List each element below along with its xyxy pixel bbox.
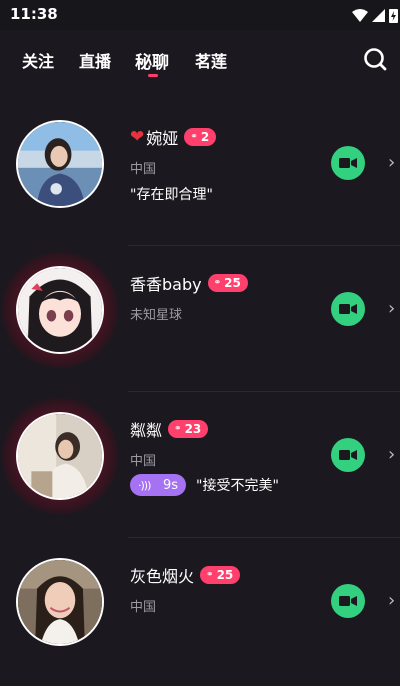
heart-icon: ❤ [130, 126, 145, 147]
tab-live[interactable]: 直播 [79, 48, 111, 72]
tab-follow[interactable]: 关注 [22, 48, 54, 72]
name-row: 香香baby ⚭ 25 [130, 272, 248, 294]
user-location: 未知星球 [130, 308, 183, 323]
chevron-right-icon[interactable]: › [388, 152, 395, 173]
level-badge: ⚭ 25 [207, 274, 248, 292]
status-icons [352, 8, 398, 23]
avatar[interactable] [16, 120, 104, 208]
tab-minglian[interactable]: 茗莲 [195, 48, 227, 72]
avatar-photo-icon [18, 560, 102, 644]
signature-row: ·))) 9s "接受不完美" [130, 474, 279, 496]
level-value: 23 [184, 422, 202, 436]
avatar[interactable] [16, 266, 104, 354]
signature-row: "存在即合理" [130, 184, 213, 204]
list-item[interactable]: 灰色烟火 ⚭ 25 中国 › [0, 538, 400, 684]
video-call-button[interactable] [331, 292, 365, 326]
user-signature: "接受不完美" [196, 478, 279, 494]
wifi-icon [352, 9, 368, 22]
tab-private-chat[interactable]: 秘聊 [135, 48, 169, 73]
chevron-right-icon[interactable]: › [388, 444, 395, 465]
user-name: 粼粼 [130, 421, 163, 440]
avatar-container [2, 398, 118, 514]
avatar[interactable] [16, 558, 104, 646]
sound-wave-icon: ·))) [138, 478, 151, 492]
avatar-photo-icon [18, 414, 102, 498]
name-row: 粼粼 ⚭ 23 [130, 418, 209, 440]
level-badge: ⚭ 23 [168, 420, 209, 438]
search-button[interactable] [362, 46, 388, 72]
link-icon: ⚭ [190, 131, 198, 142]
top-tabs: 关注 直播 秘聊 茗莲 [0, 42, 400, 82]
voice-message-button[interactable]: ·))) 9s [130, 474, 186, 496]
user-signature: "存在即合理" [130, 187, 213, 203]
user-name: 婉娅 [146, 129, 179, 148]
level-badge: ⚭ 2 [184, 128, 217, 146]
video-camera-icon [339, 304, 357, 314]
link-icon: ⚭ [213, 277, 222, 288]
voice-duration: 9s [162, 477, 178, 493]
signal-icon [372, 9, 385, 22]
level-value: 2 [200, 130, 210, 144]
link-icon: ⚭ [174, 423, 182, 434]
user-location: 中国 [130, 162, 157, 177]
avatar[interactable] [16, 412, 104, 500]
avatar-container [8, 550, 112, 654]
list-item[interactable]: 香香baby ⚭ 25 未知星球 › [0, 246, 400, 392]
user-name: 香香baby [130, 275, 202, 294]
list-item[interactable]: ❤ 婉娅 ⚭ 2 中国 "存在即合理" › [0, 100, 400, 246]
avatar-anime-icon [18, 268, 102, 352]
active-tab-indicator [148, 74, 158, 77]
video-camera-icon [339, 596, 357, 606]
video-call-button[interactable] [331, 438, 365, 472]
level-value: 25 [224, 276, 241, 290]
avatar-container [2, 252, 118, 368]
name-row: 灰色烟火 ⚭ 25 [130, 564, 241, 586]
status-bar: 11:38 [0, 0, 400, 30]
search-icon [364, 48, 387, 71]
video-call-button[interactable] [331, 146, 365, 180]
avatar-container [8, 112, 112, 216]
user-name: 灰色烟火 [130, 567, 195, 586]
video-camera-icon [339, 450, 357, 460]
status-time: 11:38 [10, 5, 58, 23]
level-badge: ⚭ 25 [200, 566, 241, 584]
avatar-photo-icon [18, 122, 102, 206]
video-call-button[interactable] [331, 584, 365, 618]
chevron-right-icon[interactable]: › [388, 590, 395, 611]
list-item[interactable]: 粼粼 ⚭ 23 中国 ·))) 9s "接受不完美" › [0, 392, 400, 538]
user-location: 中国 [130, 454, 157, 469]
name-row: ❤ 婉娅 ⚭ 2 [130, 126, 217, 148]
chevron-right-icon[interactable]: › [388, 298, 395, 319]
battery-charging-icon [389, 9, 398, 23]
link-icon: ⚭ [206, 569, 214, 580]
user-location: 中国 [130, 600, 157, 615]
level-value: 25 [216, 568, 234, 582]
video-camera-icon [339, 158, 357, 168]
